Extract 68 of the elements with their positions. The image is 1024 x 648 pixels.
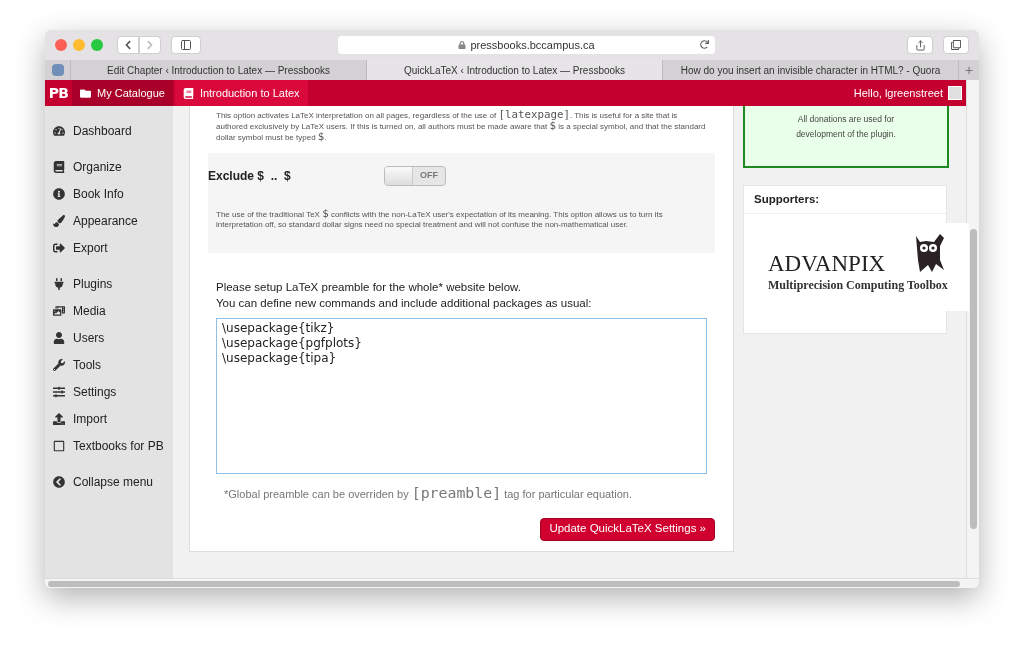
scrollbar-thumb[interactable] bbox=[969, 229, 977, 529]
account-link[interactable]: Hello, lgreenstreet bbox=[853, 84, 962, 102]
sidebar-item[interactable]: Settings bbox=[53, 383, 173, 400]
forward-icon bbox=[145, 40, 155, 50]
sidebar-item[interactable]: Tools bbox=[53, 356, 173, 373]
sidebar-item[interactable]: Book Info bbox=[53, 185, 173, 202]
share-icon bbox=[914, 39, 926, 51]
option-description: The use of the traditional TeX $ conflicts with the non-LaTeX user's expectation of its meaning. This option allows us to turn its interpretation off, so standard dollar signs need no special treatment and will not confuse the non-mathematical user. bbox=[215, 209, 664, 230]
minimize-icon[interactable] bbox=[73, 39, 85, 51]
folder-icon bbox=[80, 87, 91, 99]
sidebar-item[interactable]: Import bbox=[53, 410, 173, 427]
toggle-switch[interactable]: OFF bbox=[384, 166, 446, 186]
sidebar-item[interactable]: Textbooks for PB bbox=[53, 437, 173, 454]
sliders-icon bbox=[53, 385, 65, 398]
sidebar-item[interactable]: Collapse menu bbox=[53, 473, 173, 490]
browser-tab[interactable]: QuickLaTeX ‹ Introduction to Latex — Pressbooks bbox=[366, 60, 662, 80]
admin-bar-link[interactable]: Introduction to Latex bbox=[174, 80, 308, 106]
close-icon[interactable] bbox=[55, 39, 67, 51]
lock-icon bbox=[458, 41, 467, 49]
vertical-scrollbar[interactable] bbox=[966, 80, 979, 578]
plug-icon bbox=[53, 277, 65, 290]
donation-text: development of the plugin. bbox=[796, 128, 896, 141]
option-description: This option activates LaTeX interpretation on all pages, regardless of the use of [latexpage]. This is useful for a site that is authored exclusively by LaTeX users. If this is turned on, all authors must be made aware that $ is a special symbol, and that the standard dollar symbol must be typed $. bbox=[215, 110, 707, 143]
donation-text: All donations are used for bbox=[797, 113, 895, 126]
sidebar-item[interactable]: Appearance bbox=[53, 212, 173, 229]
export-icon bbox=[53, 241, 65, 254]
admin-bar-link[interactable]: My Catalogue bbox=[72, 80, 173, 106]
tabs-icon bbox=[951, 40, 961, 50]
update-button[interactable]: Update QuickLaTeX Settings » bbox=[540, 517, 715, 541]
dashboard-icon bbox=[53, 124, 65, 137]
avatar-icon bbox=[948, 86, 962, 100]
sidebar-button[interactable] bbox=[171, 36, 201, 54]
paintbrush-icon bbox=[53, 214, 65, 227]
sidebar-item[interactable]: Users bbox=[53, 329, 173, 346]
sidebar-icon bbox=[180, 39, 192, 51]
reload-icon[interactable] bbox=[700, 40, 709, 49]
horizontal-scrollbar[interactable] bbox=[45, 578, 979, 588]
user-icon bbox=[53, 331, 65, 344]
media-icon bbox=[53, 304, 65, 317]
tabs-button[interactable] bbox=[943, 36, 969, 54]
footnote-text: *Global preamble can be overriden by [preamble] tag for particular equation. bbox=[223, 486, 633, 503]
logo-subtitle: Multiprecision Computing Toolbox bbox=[768, 277, 948, 294]
maximize-icon[interactable] bbox=[91, 39, 103, 51]
instruction-text: You can define new commands and include additional packages as usual: bbox=[216, 296, 593, 311]
url-text: pressbooks.bccampus.ca bbox=[470, 37, 595, 53]
collapse-icon bbox=[53, 475, 65, 488]
sidebar-item[interactable]: Dashboard bbox=[53, 122, 173, 139]
address-bar[interactable]: pressbooks.bccampus.ca bbox=[338, 36, 715, 54]
back-icon bbox=[123, 40, 133, 50]
book-icon bbox=[53, 160, 65, 173]
wrench-icon bbox=[53, 358, 65, 371]
sidebar-item[interactable]: Organize bbox=[53, 158, 173, 175]
logo-title: ADVANPIX bbox=[768, 252, 886, 276]
scrollbar-thumb[interactable] bbox=[48, 580, 960, 587]
sidebar-item[interactable]: Media bbox=[53, 302, 173, 319]
book-icon bbox=[182, 87, 194, 99]
option-label: Exclude $ .. $ bbox=[208, 168, 292, 185]
upload-icon bbox=[53, 412, 65, 425]
info-icon bbox=[53, 187, 65, 200]
preamble-field[interactable]: \usepackage{tikz} \usepackage{pgfplots} \usepackage{tipa} bbox=[216, 318, 707, 474]
sidebar-item[interactable]: Export bbox=[53, 239, 173, 256]
pb-logo[interactable]: PB bbox=[45, 82, 72, 104]
back-button[interactable] bbox=[117, 36, 139, 54]
favicon-icon bbox=[51, 64, 64, 76]
share-button[interactable] bbox=[907, 36, 933, 54]
supporters-title: Supporters: bbox=[754, 191, 820, 207]
instruction-text: Please setup LaTeX preamble for the whole* website below. bbox=[216, 280, 522, 295]
sidebar-item[interactable]: Plugins bbox=[53, 275, 173, 292]
